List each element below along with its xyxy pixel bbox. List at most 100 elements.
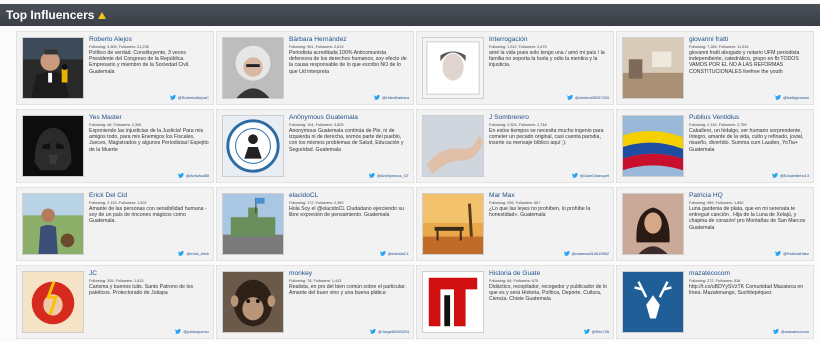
twitter-handle-link[interactable]: @Jorge80405204 <box>370 329 409 334</box>
influencer-name[interactable]: Bárbara Hernández <box>289 36 409 44</box>
influencer-card[interactable]: Patricia HQ Following: 989, Followers: 1,… <box>616 187 814 261</box>
twitter-bird-icon <box>169 95 176 100</box>
twitter-handle: @JuanChanquet <box>579 173 609 178</box>
twitter-handle: @marmax810615962 <box>571 251 609 256</box>
twitter-handle-link[interactable]: @ninimra95297339 <box>566 95 609 100</box>
twitter-handle-link[interactable]: @erick_erick <box>178 251 209 256</box>
avatar[interactable] <box>22 193 84 255</box>
avatar[interactable] <box>622 37 684 99</box>
twitter-handle-link[interactable]: @JuanChanquet <box>571 173 609 178</box>
influencer-name[interactable]: Roberto Alejos <box>89 36 209 44</box>
influencer-bio: Anonymous Guatemala continúa de Pie, ni … <box>289 128 404 153</box>
influencer-name[interactable]: Historia de Guate <box>489 270 609 278</box>
influencer-bio: ¿Lo que las leyes no prohíben, lo prohíb… <box>489 206 591 219</box>
avatar[interactable] <box>222 193 284 255</box>
influencer-name[interactable]: giovanni fratti <box>689 36 809 44</box>
avatar[interactable] <box>222 271 284 333</box>
avatar[interactable] <box>22 271 84 333</box>
influencer-bio: Exponiendo las injusticias de la Justici… <box>89 128 209 153</box>
twitter-handle-link[interactable]: @Eduardiinho13 <box>771 173 809 178</box>
panel-title: Top Influencers <box>6 8 95 22</box>
influencer-card[interactable]: JC Following: 305, Followers: 1,613 Carism… <box>16 265 214 339</box>
avatar[interactable] <box>222 37 284 99</box>
avatar[interactable] <box>22 115 84 177</box>
influencer-name[interactable]: Patricia HQ <box>689 192 809 200</box>
avatar[interactable] <box>22 37 84 99</box>
avatar[interactable] <box>622 193 684 255</box>
influencer-card[interactable]: monkey Following: 78, Followers: 1,443 Rea… <box>216 265 414 339</box>
twitter-handle-link[interactable]: @elacidoCL <box>379 251 409 256</box>
influencer-name[interactable]: J Sombrerero <box>489 114 609 122</box>
influencer-grid: Roberto Alejos Following: 3,605, Follower… <box>16 31 816 341</box>
influencer-info: Yes Master Following: 48, Followers: 2,30… <box>89 114 209 168</box>
influencer-card[interactable]: Interrogación Following: 1,512, Followers… <box>416 31 614 105</box>
twitter-bird-icon <box>571 173 578 178</box>
influencer-card[interactable]: elacidoCL Following: 172, Followers: 2,35… <box>216 187 414 261</box>
twitter-handle: @PatriciaHdez <box>782 251 809 256</box>
influencer-card[interactable]: Erick Del Cid Following: 2,133, Followers… <box>16 187 214 261</box>
twitter-handle: @Jorge80405204 <box>378 329 409 334</box>
influencer-card[interactable]: giovanni fratti Following: 7,265, Followe… <box>616 31 814 105</box>
influencer-card[interactable]: Yes Master Following: 48, Followers: 2,30… <box>16 109 214 183</box>
influencer-bio: Hola Soy el @elacidoCL Ciudadano ejercie… <box>289 206 404 219</box>
influencer-card[interactable]: mazatecocom Following: 272, Followers: 51… <box>616 265 814 339</box>
influencer-card[interactable]: Roberto Alejos Following: 3,605, Follower… <box>16 31 214 105</box>
influencer-card[interactable]: Publius Ventidius Following: 2,134, Follo… <box>616 109 814 183</box>
twitter-bird-icon <box>563 251 570 256</box>
twitter-handle: @frattigiovanni <box>782 95 809 100</box>
influencer-info: Roberto Alejos Following: 3,605, Follower… <box>89 36 209 90</box>
avatar[interactable] <box>422 115 484 177</box>
twitter-bird-icon <box>175 329 182 334</box>
influencer-info: J Sombrerero Following: 2,524, Followers:… <box>489 114 609 168</box>
twitter-handle-link[interactable]: @RobertoAlejosC <box>169 95 209 100</box>
influencer-name[interactable]: An0nymous Guatemala <box>289 114 409 122</box>
influencer-name[interactable]: Erick Del Cid <box>89 192 209 200</box>
twitter-handle-link[interactable]: @ArrisAsd85 <box>178 173 209 178</box>
influencer-card[interactable]: Bárbara Hernández Following: 951, Followe… <box>216 31 414 105</box>
influencer-info: mazatecocom Following: 272, Followers: 51… <box>689 270 809 324</box>
avatar[interactable] <box>422 37 484 99</box>
twitter-bird-icon <box>368 173 375 178</box>
influencer-bio: Didáctico, recopilador, recogedor y publ… <box>489 284 607 303</box>
influencer-card[interactable]: J Sombrerero Following: 2,524, Followers:… <box>416 109 614 183</box>
twitter-handle: @Rec745 <box>591 329 609 334</box>
influencer-bio: Carisma y buenos tuits. Santo Patrono de… <box>89 284 194 297</box>
influencer-name[interactable]: Yes Master <box>89 114 209 122</box>
influencer-info: elacidoCL Following: 172, Followers: 2,35… <box>289 192 409 246</box>
twitter-bird-icon <box>370 329 376 334</box>
twitter-handle-link[interactable]: @PatriciaHdez <box>774 251 809 256</box>
twitter-handle: @ninimra95297339 <box>574 95 609 100</box>
avatar[interactable] <box>622 271 684 333</box>
influencers-page: Top Influencers Roberto Alejos Following:… <box>0 0 820 342</box>
warning-icon <box>98 11 107 19</box>
influencer-info: Patricia HQ Following: 989, Followers: 1,… <box>689 192 809 246</box>
influencer-name[interactable]: monkey <box>289 270 409 278</box>
twitter-handle-link[interactable]: @jcblasquerez <box>175 329 209 334</box>
influencer-bio: http://t.co/uBDYySVzTK Comunidad Mazatec… <box>689 284 804 297</box>
avatar[interactable] <box>222 115 284 177</box>
influencer-name[interactable]: mazatecocom <box>689 270 809 278</box>
avatar[interactable] <box>422 193 484 255</box>
influencer-card[interactable]: An0nymous Guatemala Following: 104, Follo… <box>216 109 414 183</box>
panel-header: Top Influencers <box>0 4 820 26</box>
influencer-name[interactable]: Mar Max <box>489 192 609 200</box>
avatar[interactable] <box>622 115 684 177</box>
twitter-handle-link[interactable]: @frattigiovanni <box>774 95 809 100</box>
twitter-handle-link[interactable]: @An0nymous_GT <box>368 173 409 178</box>
influencer-bio: Realista, en pro del bien común sobre el… <box>289 284 406 297</box>
twitter-handle-link[interactable]: @Rec745 <box>583 329 609 334</box>
twitter-handle: @elacidoCL <box>387 251 409 256</box>
twitter-bird-icon <box>583 329 590 334</box>
influencer-name[interactable]: Publius Ventidius <box>689 114 809 122</box>
avatar[interactable] <box>422 271 484 333</box>
influencer-info: An0nymous Guatemala Following: 104, Follo… <box>289 114 409 168</box>
influencer-name[interactable]: Interrogación <box>489 36 609 44</box>
influencer-name[interactable]: JC <box>89 270 209 278</box>
twitter-handle-link[interactable]: @HdezBarbara <box>374 95 409 100</box>
twitter-handle-link[interactable]: @marmax810615962 <box>563 251 609 256</box>
influencer-bio: Luna gardenia de plata, que en mi serena… <box>689 206 806 231</box>
influencer-card[interactable]: Historia de Guate Following: 66, Follower… <box>416 265 614 339</box>
twitter-handle-link[interactable]: @mazatecocom <box>772 329 809 334</box>
influencer-name[interactable]: elacidoCL <box>289 192 409 200</box>
influencer-card[interactable]: Mar Max Following: 295, Followers: 657 ¿Lo… <box>416 187 614 261</box>
